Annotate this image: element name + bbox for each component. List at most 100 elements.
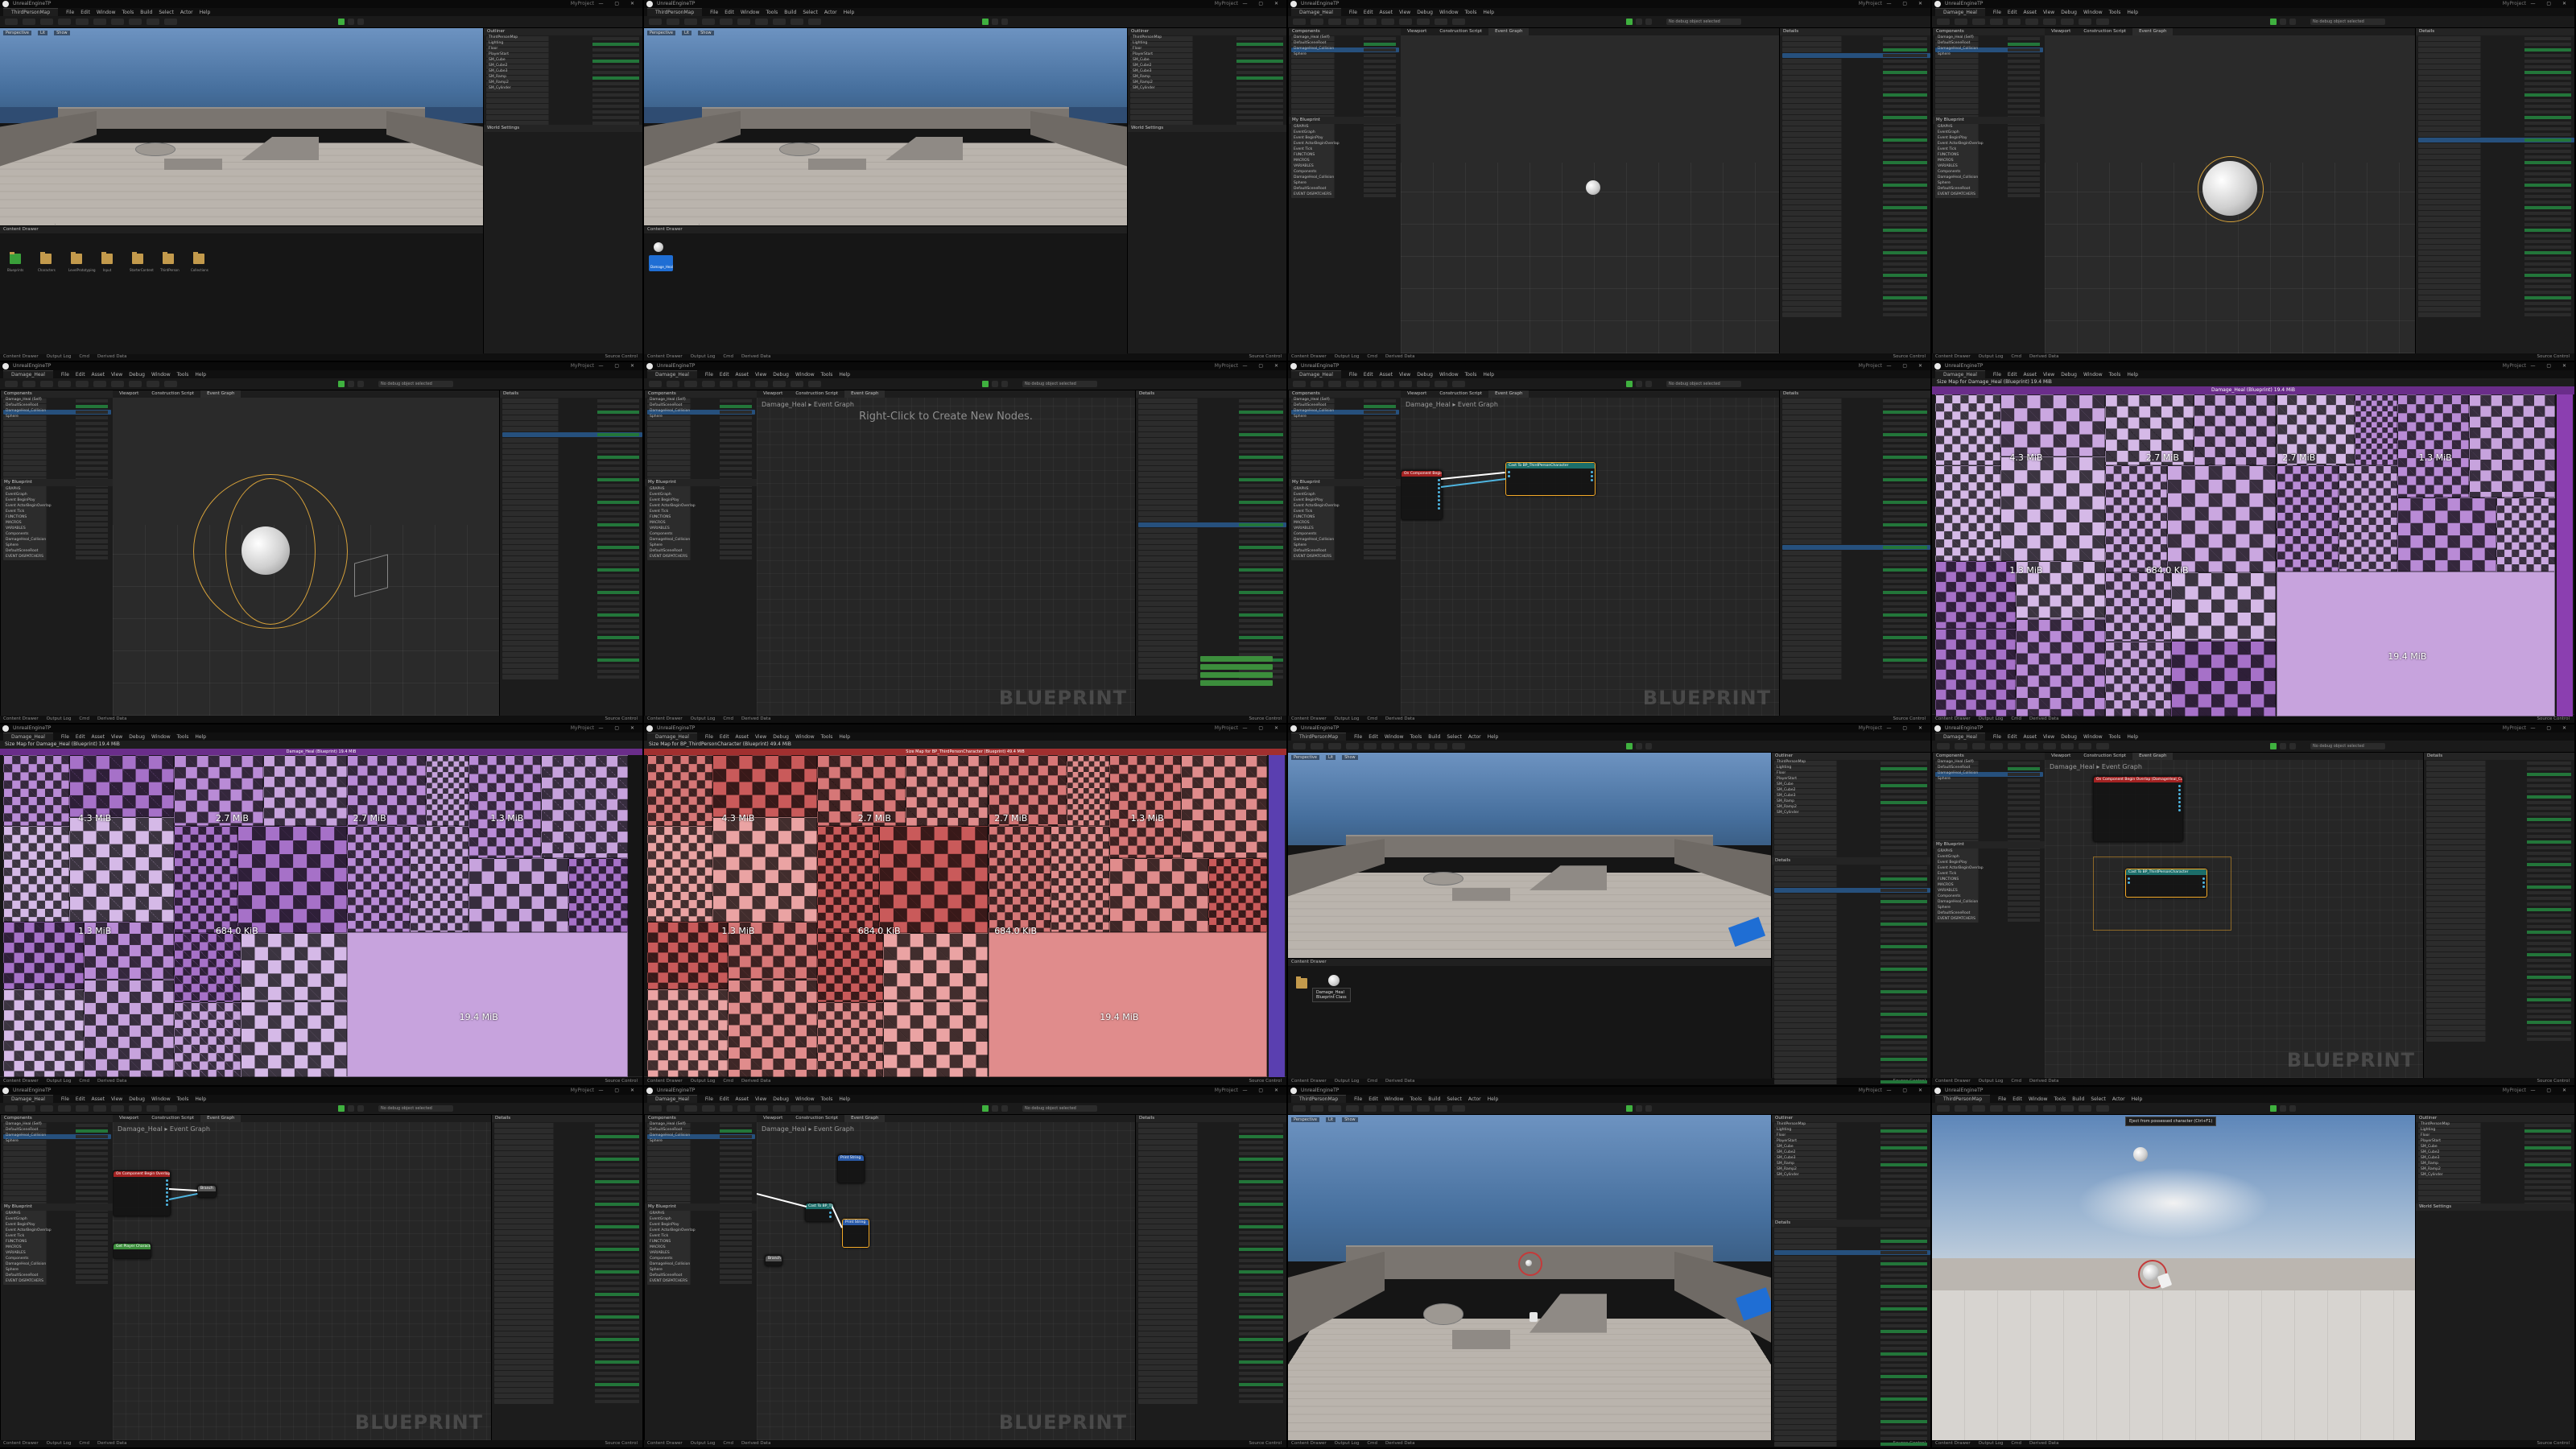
my-blueprint-item[interactable]: EVENT DISPATCHERS [647,555,755,560]
property-row[interactable] [1782,398,1930,403]
outliner-panel-row[interactable] [1130,109,1286,114]
property-row[interactable] [1782,427,1930,431]
property-row[interactable] [1782,641,1930,646]
source-control-status[interactable]: Source Control [1249,353,1282,361]
property-row[interactable] [1782,239,1930,244]
property-row[interactable] [2418,183,2574,188]
menu-item-asset[interactable]: Asset [92,372,105,378]
status-item[interactable]: Output Log [1979,1079,2004,1084]
pin-icon[interactable] [166,1187,168,1190]
property-row[interactable] [1782,307,1930,312]
toolbar-button[interactable] [808,381,821,387]
pin-icon[interactable] [1438,499,1440,502]
property-row[interactable] [494,1286,642,1291]
property-row[interactable] [1138,511,1286,516]
outliner-panel-row[interactable]: SM_Cylinder [1774,811,1930,816]
property-row[interactable] [1782,489,1930,493]
menu-item-window[interactable]: Window [151,372,171,378]
world-settings-tab[interactable]: World Settings [2416,1203,2574,1211]
menu-item-window[interactable]: Window [1439,10,1459,15]
pin-icon[interactable] [1438,491,1440,493]
property-row[interactable] [1774,1397,1930,1402]
property-row[interactable] [1138,1371,1286,1376]
my-blueprint-item[interactable]: EVENT DISPATCHERS [1291,192,1399,198]
property-row[interactable] [1138,1326,1286,1331]
size-map-cell[interactable] [1935,464,2000,562]
size-map-root-cell[interactable]: 19.4 MiB [2276,572,2555,716]
property-row[interactable] [1138,1388,1286,1393]
toolbar-button[interactable] [111,1105,124,1112]
menu-item-tools[interactable]: Tools [177,372,189,378]
property-row[interactable] [494,1258,642,1263]
blueprint-graph[interactable]: Damage_Heal ▸ Event Graph BLUEPRINT On Com… [113,1122,491,1440]
property-row[interactable] [1138,1157,1286,1162]
menu-item-view[interactable]: View [755,372,766,378]
menu-item-build[interactable]: Build [1428,1096,1440,1102]
size-map-cell[interactable] [647,825,712,923]
toolbar-button[interactable] [1955,743,1967,749]
property-row[interactable] [502,404,642,409]
viewport-menu-item[interactable]: Show [1342,755,1358,760]
components-panel-row[interactable]: DamageHeal_Collision [647,409,755,415]
menu-item-view[interactable]: View [111,1096,122,1102]
property-row[interactable] [502,489,642,493]
outliner-panel-row[interactable] [1774,823,1930,828]
menu-item-asset[interactable]: Asset [1380,10,1393,15]
my-blueprint-item[interactable]: DamageHeal_Collision [1935,175,2043,181]
unreal-logo-icon[interactable] [646,725,653,732]
property-row[interactable] [1774,995,1930,1000]
outliner-panel-row[interactable]: Lighting [486,41,642,47]
property-row[interactable] [2418,279,2574,283]
property-row[interactable] [502,522,642,527]
status-item[interactable]: Output Log [1335,1441,1360,1446]
source-control-status[interactable]: Source Control [1893,353,1926,361]
property-row[interactable] [1782,545,1930,550]
size-map[interactable]: 19.4 MiB 4.3 MiB 2.7 MiB 2.7 MiB 1.3 MiB 1.3 … [647,755,1267,1077]
menu-item-tools[interactable]: Tools [821,734,833,740]
toolbar-button[interactable] [702,381,715,387]
property-row[interactable] [494,1247,642,1252]
status-item[interactable]: Cmd [79,1441,89,1446]
outliner-panel-row[interactable]: SM_Ramp [1774,1162,1930,1167]
size-map-cell[interactable] [3,755,69,826]
unreal-logo-icon[interactable] [2,1088,9,1094]
components-panel-row[interactable] [647,432,755,437]
property-row[interactable] [1138,1191,1286,1195]
property-row[interactable] [1138,551,1286,555]
menu-item-window[interactable]: Window [741,10,760,15]
menu-item-edit[interactable]: Edit [2008,734,2017,740]
pin-icon[interactable] [1438,487,1440,489]
tab-construction-script[interactable]: Construction Script [1433,390,1488,398]
components-panel-row[interactable] [3,1157,111,1162]
menu-item-debug[interactable]: Debug [2061,372,2077,378]
property-row[interactable] [1138,1337,1286,1342]
menu-item-help[interactable]: Help [1488,734,1499,740]
debug-filter-dropdown[interactable]: No debug object selected [378,1105,453,1112]
property-row[interactable] [2426,873,2574,878]
property-row[interactable] [2418,166,2574,171]
components-panel-row[interactable]: DamageHeal_Collision [3,409,111,415]
window-controls[interactable]: — ▢ ✕ [2530,362,2571,370]
property-row[interactable] [1774,1425,1930,1430]
menu-item-file[interactable]: File [61,734,69,740]
status-item[interactable]: Content Drawer [3,1441,39,1446]
property-row[interactable] [1782,171,1930,176]
menu-item-tools[interactable]: Tools [2109,734,2121,740]
property-row[interactable] [2426,761,2574,766]
components-panel-row[interactable] [647,421,755,426]
property-row[interactable] [2426,885,2574,890]
selected-asset-tile[interactable]: Damage_Heal [649,255,673,271]
stop-icon[interactable] [357,19,364,25]
toolbar-button[interactable] [720,19,733,25]
toolbar-button[interactable] [1293,381,1306,387]
property-row[interactable] [1774,933,1930,938]
property-row[interactable] [1138,500,1286,505]
stop-icon[interactable] [357,381,364,387]
outliner-panel-row[interactable] [1774,845,1930,850]
property-row[interactable] [1782,579,1930,584]
pin-icon[interactable] [2178,793,2181,795]
status-item[interactable]: Cmd [2011,1079,2021,1084]
branch-node[interactable]: Branch [197,1185,217,1198]
property-row[interactable] [2426,896,2574,901]
toolbar-button[interactable] [1972,1105,1985,1112]
